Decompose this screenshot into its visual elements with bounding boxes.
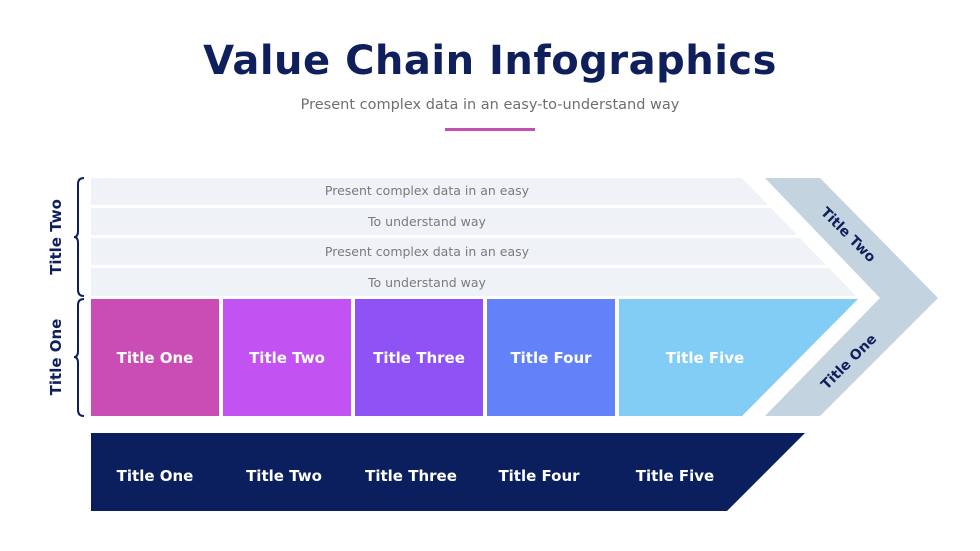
stripe-text-3: Present complex data in an easy [325,244,530,259]
left-braces [73,177,85,417]
bottom-label-2: Title Two [246,467,322,485]
brace-upper-icon [73,177,85,297]
bottom-label-4: Title Four [498,467,580,485]
blocks-group: Title One Title Two Title Three Title Fo… [91,299,858,416]
chevron-shape [765,178,938,416]
block-label-3: Title Three [373,349,465,367]
block-label-5: Title Five [666,349,744,367]
value-chain-diagram: Present complex data in an easy To under… [47,177,938,511]
block-label-1: Title One [117,349,194,367]
stripes-group: Present complex data in an easy To under… [91,178,856,296]
chevron-arrow: Title Two Title One [765,178,938,416]
stripe-text-1: Present complex data in an easy [325,183,530,198]
block-label-4: Title Four [510,349,592,367]
bottom-band: Title One Title Two Title Three Title Fo… [91,433,805,511]
stripe-text-2: To understand way [367,214,487,229]
brace-lower-icon [73,298,85,417]
bottom-label-5: Title Five [636,467,714,485]
side-label-lower: Title One [47,319,65,396]
stripe-text-4: To understand way [367,275,487,290]
side-label-upper: Title Two [47,199,65,275]
bottom-label-3: Title Three [365,467,457,485]
block-label-2: Title Two [249,349,325,367]
bottom-label-1: Title One [117,467,194,485]
